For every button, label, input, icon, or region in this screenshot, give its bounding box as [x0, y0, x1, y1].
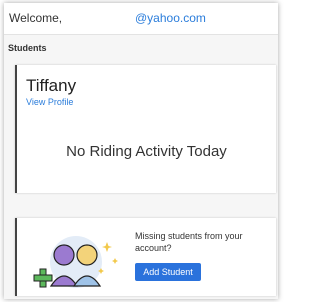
students-add-icon [33, 236, 118, 288]
student-card: Tiffany View Profile No Riding Activity … [15, 65, 276, 193]
section-title: Students [8, 43, 47, 53]
view-profile-link[interactable]: View Profile [26, 97, 73, 107]
header-bar: Welcome, @yahoo.com [4, 3, 278, 35]
missing-students-card: Missing students from your account? Add … [15, 218, 276, 296]
redacted-username [73, 8, 135, 26]
user-email: @yahoo.com [135, 11, 206, 25]
welcome-text: Welcome, [9, 11, 63, 25]
add-student-button[interactable]: Add Student [135, 263, 201, 281]
student-name: Tiffany [26, 76, 77, 95]
activity-status: No Riding Activity Today [66, 143, 227, 160]
app-window: Welcome, @yahoo.com Students Tiffany Vie… [4, 3, 278, 299]
missing-students-message: Missing students from your account? [135, 231, 243, 253]
